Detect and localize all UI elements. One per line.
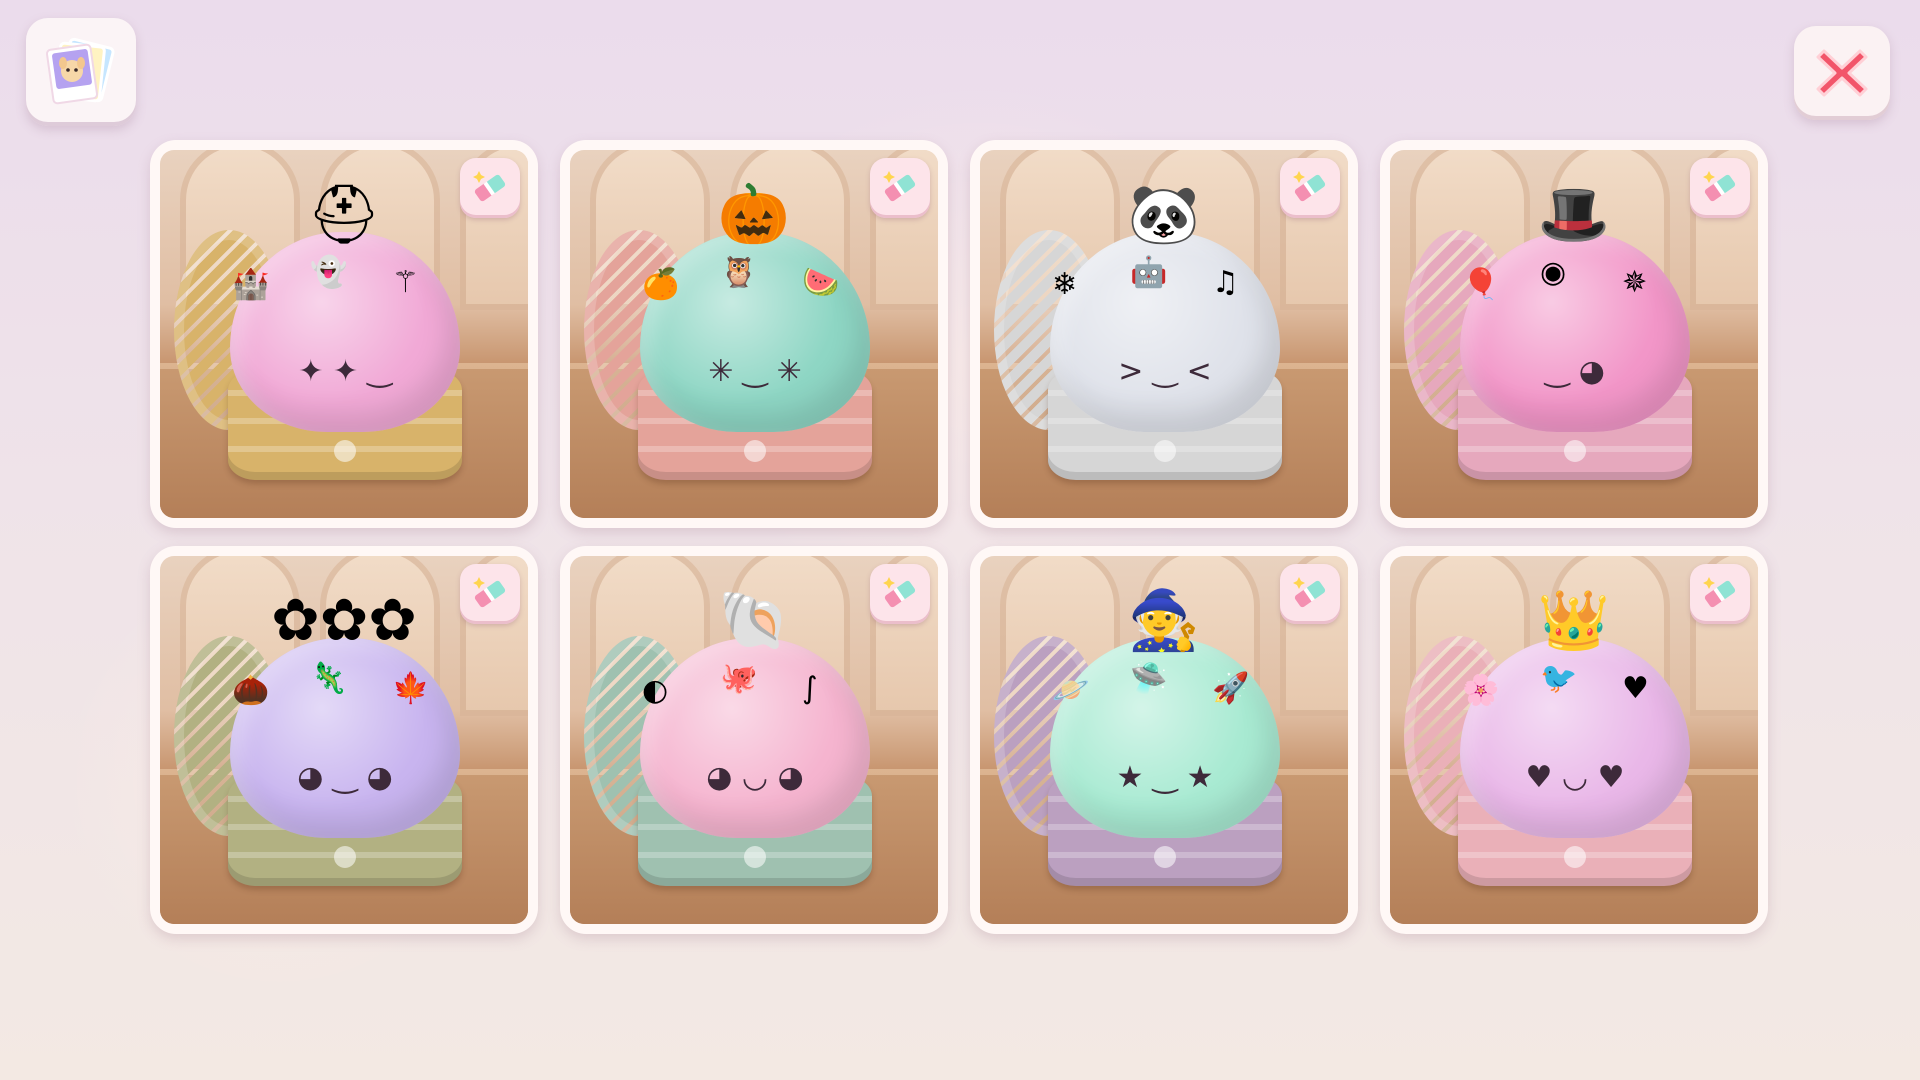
- balloons-icon: 🎈: [1462, 267, 1500, 302]
- chameleon-icon: 🦎: [310, 661, 348, 696]
- box-flower-clasp: [744, 440, 766, 462]
- eraser-icon: [1293, 171, 1326, 202]
- plush-face: ♥ ◡ ♥: [1525, 760, 1625, 795]
- eraser-button[interactable]: [460, 564, 520, 624]
- planet-icon: 🪐: [1052, 673, 1090, 708]
- owl-icon: 🦉: [720, 255, 758, 290]
- eraser-icon: [883, 171, 916, 202]
- plush-face: ★ ‿ ★: [1116, 760, 1214, 795]
- clam-pearl-icon: ◐: [642, 673, 669, 708]
- box-flower-clasp: [1564, 440, 1586, 462]
- close-button[interactable]: [1794, 26, 1890, 120]
- eraser-icon: [883, 577, 916, 608]
- flower-crown-icon: ✿✿✿: [271, 586, 417, 654]
- box-flower-clasp: [1154, 846, 1176, 868]
- eraser-icon: [1703, 171, 1736, 202]
- eraser-button[interactable]: [1280, 158, 1340, 218]
- cherry-blossom-icon: 🌸: [1462, 673, 1500, 708]
- plush-scene: ✦ ✦ ‿ ⛑ 🏰 👻 ⚚: [160, 150, 528, 518]
- box-flower-clasp: [744, 846, 766, 868]
- music-notes-icon: ♫: [1212, 265, 1239, 300]
- top-hat-icon: 🎩: [1537, 180, 1611, 248]
- plush-scene: ◕ ◡ ◕ 🐚 ◐ 🐙 ∫: [570, 556, 938, 924]
- plush-scene: ♥ ◡ ♥ 👑 🌸 🐦 ♥: [1390, 556, 1758, 924]
- photo-album-icon: [45, 37, 115, 105]
- plush-card-spooky-knight[interactable]: ✦ ✦ ‿ ⛑ 🏰 👻 ⚚: [150, 140, 538, 528]
- plush-face: ◕ ‿ ◕: [297, 760, 393, 795]
- acorn-icon: 🌰: [232, 673, 270, 708]
- tiara-icon: 👑: [1537, 586, 1611, 654]
- plush-card-top-hat-circus[interactable]: ‿ ◕ 🎩 🎈 ◉ ✵: [1380, 140, 1768, 528]
- magic-wand-icon: ⚚: [392, 265, 419, 300]
- rocket-icon: 🚀: [1212, 671, 1250, 706]
- photo-gallery-button[interactable]: [26, 18, 136, 126]
- plush-scene: ✳ ‿ ✳ 🎃 🍊 🦉 🍉: [570, 150, 938, 518]
- eraser-button[interactable]: [460, 158, 520, 218]
- eraser-icon: [1703, 577, 1736, 608]
- plush-face: ✦ ✦ ‿: [298, 354, 392, 389]
- box-flower-clasp: [1154, 440, 1176, 462]
- seashell-icon: 🐚: [717, 586, 791, 654]
- eraser-button[interactable]: [1280, 564, 1340, 624]
- box-flower-clasp: [334, 440, 356, 462]
- close-x-icon: [1816, 49, 1868, 97]
- plush-card-autumn-garden[interactable]: ◕ ‿ ◕ ✿✿✿ 🌰 🦎 🍁: [150, 546, 538, 934]
- plush-face: ‿ ◕: [1545, 354, 1605, 389]
- snowflake-icon: ❄: [1052, 267, 1078, 302]
- eraser-button[interactable]: [1690, 564, 1750, 624]
- plush-face: > ‿ <: [1118, 354, 1212, 389]
- plush-scene: ‿ ◕ 🎩 🎈 ◉ ✵: [1390, 150, 1758, 518]
- blimp-icon: ◉: [1540, 255, 1567, 290]
- maple-leaf-icon: 🍁: [392, 671, 430, 706]
- eraser-button[interactable]: [1690, 158, 1750, 218]
- plush-scene: ★ ‿ ★ 🧙 🪐 🛸 🚀: [980, 556, 1348, 924]
- box-flower-clasp: [334, 846, 356, 868]
- eraser-icon: [473, 171, 506, 202]
- ghost-icon: 👻: [310, 255, 348, 290]
- eraser-button[interactable]: [870, 158, 930, 218]
- plush-card-pumpkin-tiger[interactable]: ✳ ‿ ✳ 🎃 🍊 🦉 🍉: [560, 140, 948, 528]
- plush-card-ocean-pearl[interactable]: ◕ ◡ ◕ 🐚 ◐ 🐙 ∫: [560, 546, 948, 934]
- ufo-icon: 🛸: [1130, 661, 1168, 696]
- plush-scene: > ‿ < 🐼 ❄ 🤖 ♫: [980, 150, 1348, 518]
- plush-card-witch-galaxy[interactable]: ★ ‿ ★ 🧙 🪐 🛸 🚀: [970, 546, 1358, 934]
- panda-icon: 🐼: [1127, 180, 1201, 248]
- plush-scene: ◕ ‿ ◕ ✿✿✿ 🌰 🦎 🍁: [160, 556, 528, 924]
- plush-face: ◕ ◡ ◕: [706, 760, 804, 795]
- eraser-icon: [1293, 577, 1326, 608]
- castle-icon: 🏰: [232, 267, 270, 302]
- robot-icon: 🤖: [1130, 255, 1168, 290]
- witch-hat-icon: 🧙: [1127, 586, 1201, 654]
- hummingbird-icon: 🐦: [1540, 661, 1578, 696]
- plush-gallery-grid: ✦ ✦ ‿ ⛑ 🏰 👻 ⚚ ✳ ‿ ✳ 🎃 🍊 🦉 🍉 > ‿ < 🐼 ❄ 🤖 ♫ ‿ ◕ 🎩 🎈 ◉ ✵ ◕ ‿ ◕ ✿…: [150, 140, 1768, 934]
- seahorse-icon: ∫: [802, 671, 818, 706]
- helmet-icon: ⛑: [307, 180, 381, 248]
- plush-face: ✳ ‿ ✳: [708, 354, 802, 389]
- watermelon-icon: 🍉: [802, 265, 840, 300]
- winged-heart-icon: ♥: [1622, 671, 1649, 706]
- pumpkin-icon: 🎃: [717, 180, 791, 248]
- box-flower-clasp: [1564, 846, 1586, 868]
- orange-slice-icon: 🍊: [642, 267, 680, 302]
- eraser-icon: [473, 577, 506, 608]
- octopus-icon: 🐙: [720, 661, 758, 696]
- pinwheel-icon: ✵: [1622, 265, 1648, 300]
- eraser-button[interactable]: [870, 564, 930, 624]
- plush-card-unicorn-tiara[interactable]: ♥ ◡ ♥ 👑 🌸 🐦 ♥: [1380, 546, 1768, 934]
- plush-card-panda-space[interactable]: > ‿ < 🐼 ❄ 🤖 ♫: [970, 140, 1358, 528]
